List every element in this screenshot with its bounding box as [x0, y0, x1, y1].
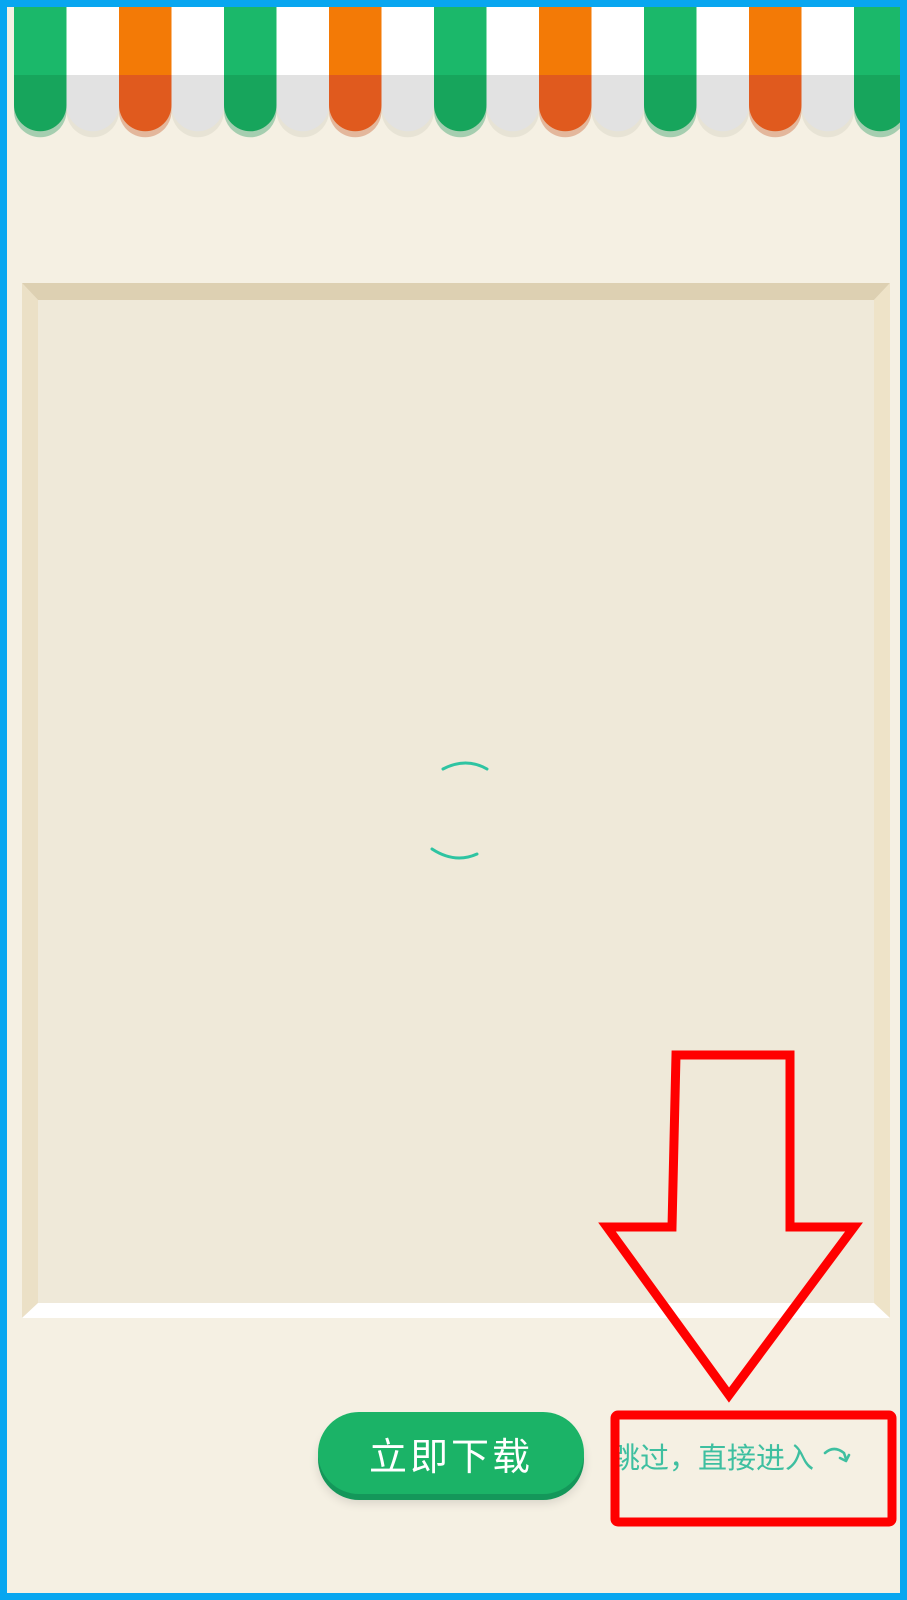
skip-label: 跳过，直接进入 — [611, 1441, 815, 1475]
download-now-button[interactable]: 立即下载 — [318, 1412, 584, 1494]
skip-enter-button[interactable]: 跳过，直接进入 — [611, 1431, 852, 1481]
loading-spinner-icon — [430, 761, 489, 860]
curved-arrow-icon — [823, 1447, 851, 1463]
app-screen: 立即下载 跳过，直接进入 — [0, 0, 907, 1600]
